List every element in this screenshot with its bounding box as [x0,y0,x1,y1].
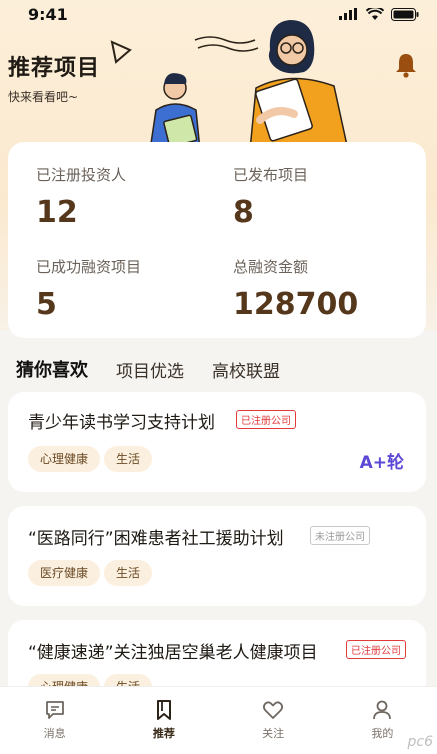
tab-university-alliance[interactable]: 高校联盟 [212,357,280,382]
tab-guess-you-like[interactable]: 猜你喜欢 [16,356,88,382]
bookmark-icon [156,700,171,720]
project-card[interactable]: “医路同行”困难患者社工援助计划 未注册公司 医疗健康 生活 [8,506,426,606]
bottom-tab-bar: 消息 推荐 关注 我的 [0,686,437,754]
page-subtitle: 快来看看吧~ [8,90,79,104]
project-tag: 生活 [104,446,153,472]
stat-value: 5 [36,287,57,322]
category-tabs: 猜你喜欢 项目优选 高校联盟 [0,352,437,386]
tabbar-label: 消息 [43,727,66,740]
message-icon [45,701,64,719]
tabbar-item-messages[interactable]: 消息 [20,699,90,741]
stat-label: 已成功融资项目 [36,258,142,276]
stat-value: 128700 [233,287,359,322]
tab-project-picks[interactable]: 项目优选 [116,357,184,382]
tabbar-label: 我的 [371,727,394,740]
company-status-badge: 未注册公司 [310,526,370,545]
page-title: 推荐项目 [8,56,101,81]
stat-total-funding: 总融资金额 128700 [233,256,358,322]
tabbar-label: 关注 [262,727,285,740]
stat-funded-projects: 已成功融资项目 5 [36,256,141,322]
stat-registered-investors: 已注册投资人 12 [36,164,126,230]
status-time: 9:41 [28,4,68,24]
stat-label: 已发布项目 [233,166,309,184]
project-tag: 心理健康 [28,446,101,472]
tabbar-item-follow[interactable]: 关注 [238,699,308,741]
stat-value: 12 [36,195,78,230]
company-status-badge: 已注册公司 [236,410,296,429]
company-status-badge: 已注册公司 [346,640,406,659]
user-icon [373,700,392,720]
funding-round: A+轮 [359,453,404,473]
stat-label: 已注册投资人 [36,166,127,184]
stats-card: 已注册投资人 12 已发布项目 8 已成功融资项目 5 总融资金额 128700 [8,142,426,338]
bell-icon[interactable] [394,52,418,78]
project-card[interactable]: 青少年读书学习支持计划 已注册公司 心理健康 生活 A+轮 [8,392,426,492]
watermark: pc6 [407,734,434,750]
tabbar-label: 推荐 [152,727,175,740]
tabbar-item-recommend[interactable]: 推荐 [129,699,199,741]
project-title: “健康速递”关注独居空巢老人健康项目 [28,643,318,663]
heart-icon [263,701,284,719]
project-tag: 生活 [104,560,153,586]
stat-label: 总融资金额 [233,258,309,276]
stat-value: 8 [233,195,254,230]
stat-published-projects: 已发布项目 8 [233,164,308,230]
header-illustration [110,20,349,150]
project-title: 青少年读书学习支持计划 [28,413,215,433]
project-title: “医路同行”困难患者社工援助计划 [28,529,284,549]
project-tag: 医疗健康 [28,560,101,586]
